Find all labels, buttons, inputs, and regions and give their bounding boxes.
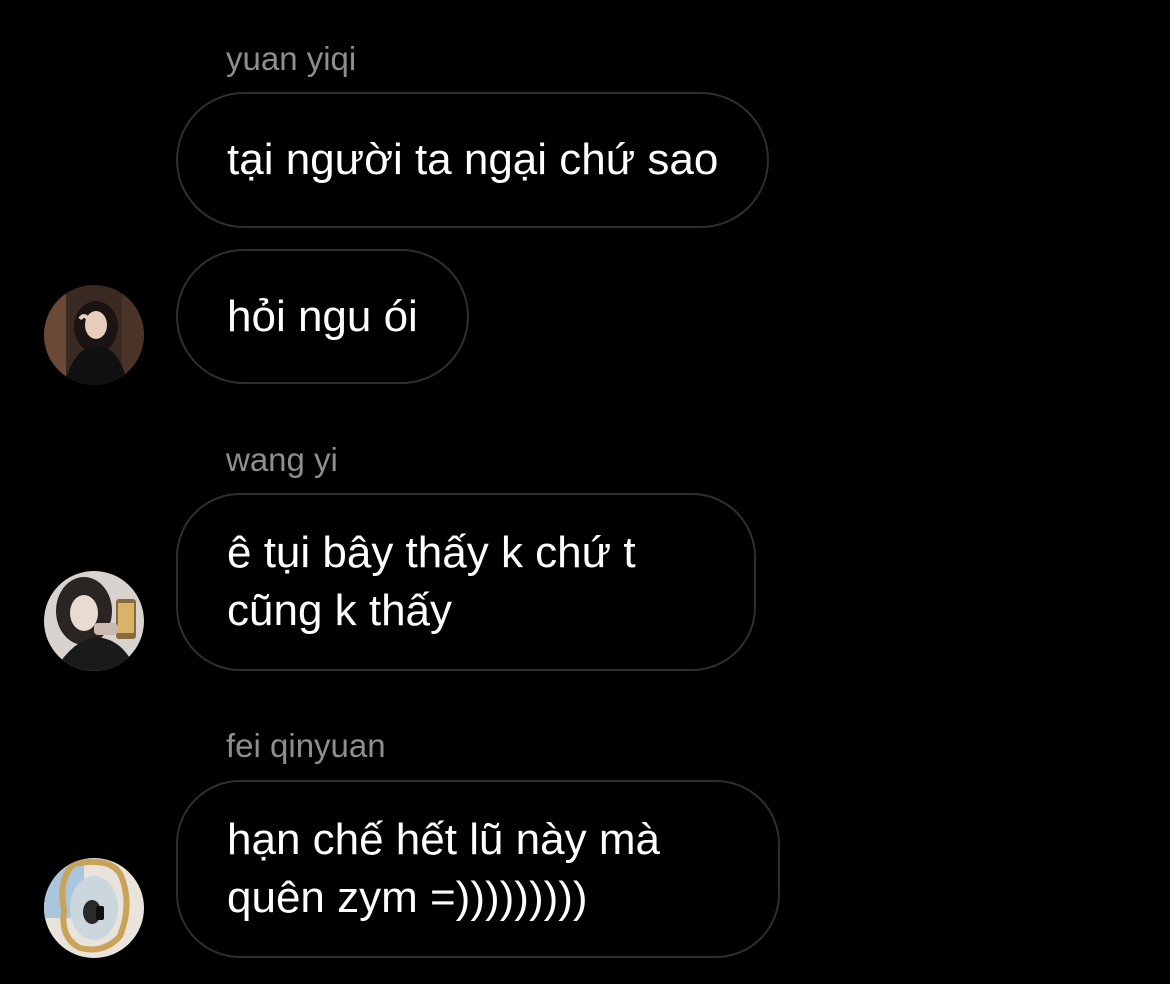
message-text: hạn chế hết lũ này mà quên zym =))))))))…	[227, 815, 660, 922]
avatar[interactable]	[44, 285, 144, 385]
message-bubble[interactable]: tại người ta ngại chứ sao	[176, 92, 770, 228]
message-text: hỏi ngu ói	[227, 291, 418, 341]
profile-photo-icon	[44, 285, 144, 385]
avatar[interactable]	[44, 858, 144, 958]
sender-name: yuan yiqi	[226, 40, 357, 77]
message-text: tại người ta ngại chứ sao	[227, 135, 719, 184]
profile-photo-icon	[44, 858, 144, 958]
sender-name: wang yi	[226, 441, 338, 478]
message-text: ê tụi bây thấy k chứ t cũng k thấy	[227, 528, 636, 635]
message-bubble[interactable]: hạn chế hết lũ này mà quên zym =))))))))…	[176, 780, 780, 958]
message-bubble[interactable]: ê tụi bây thấy k chứ t cũng k thấy	[176, 493, 756, 671]
profile-photo-icon	[44, 571, 144, 671]
avatar[interactable]	[44, 571, 144, 671]
message-bubble[interactable]: hỏi ngu ói	[176, 249, 469, 384]
sender-name: fei qinyuan	[226, 727, 386, 764]
